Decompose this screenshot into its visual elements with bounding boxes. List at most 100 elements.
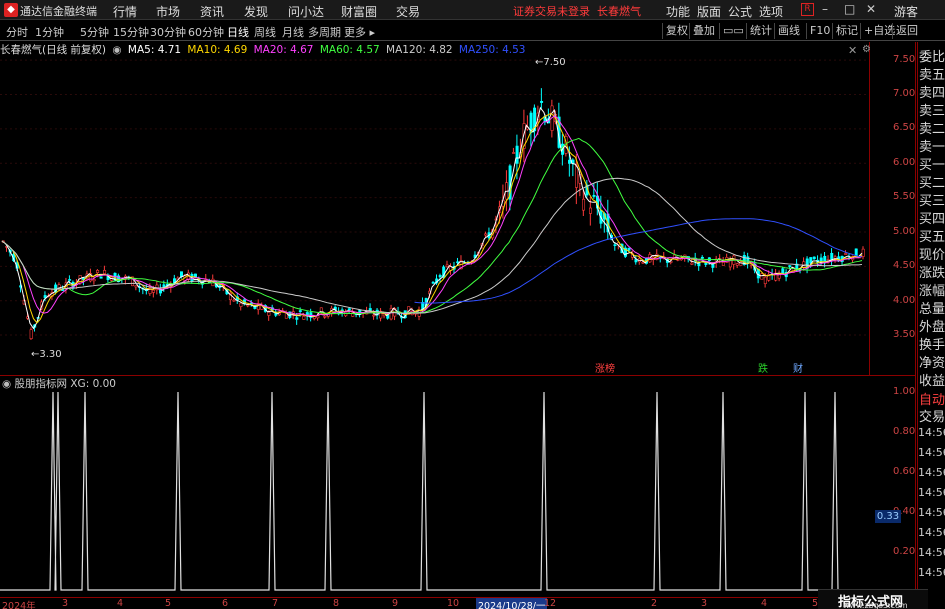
quote-label: 涨幅 (919, 284, 945, 299)
candle-body (627, 247, 631, 251)
candle-body (445, 264, 449, 267)
app-window: ◆ 通达信金融终端 行情 市场 资讯 发现 问小达 财富圈 交易 证券交易未登录… (0, 0, 945, 609)
quote-label: 买一 (919, 158, 945, 173)
menu-trade[interactable]: 交易 (396, 3, 420, 20)
x-tick: 2024年 (2, 601, 36, 609)
overlay-button[interactable]: 叠加 (689, 23, 718, 39)
trade-login-status[interactable]: 证券交易未登录 长春燃气 (513, 3, 641, 19)
period-monthly[interactable]: 月线 (282, 24, 304, 40)
finance-tag[interactable]: 财 (793, 360, 803, 375)
price-chart[interactable] (0, 42, 870, 375)
menu-discover[interactable]: 发现 (244, 3, 268, 20)
mark-button[interactable]: 标记 (832, 23, 861, 39)
period-30min[interactable]: 30分钟 (150, 24, 186, 40)
candle-body (592, 195, 596, 197)
y-tick: 7.50 (893, 54, 916, 65)
x-tick: 12 (544, 598, 557, 609)
menu-layout[interactable]: 版面 (697, 3, 721, 20)
candle-body (721, 262, 725, 266)
quote-label: 收益 (919, 374, 945, 389)
candle-body (763, 276, 767, 284)
guest-user[interactable]: 游客 (894, 3, 918, 20)
period-1min[interactable]: 1分钟 (35, 24, 64, 40)
menu-market[interactable]: 市场 (156, 3, 180, 20)
ma-line (1, 177, 863, 314)
ma120-label: MA120: 4.82 (386, 44, 453, 56)
period-60min[interactable]: 60分钟 (188, 24, 224, 40)
menu-assistant[interactable]: 问小达 (288, 3, 324, 20)
candle-body (267, 311, 271, 316)
limit-list-tag[interactable]: 涨榜 (595, 360, 615, 375)
candle-body (68, 279, 72, 281)
candle-body (788, 265, 792, 267)
quote-label: 买四 (919, 212, 945, 227)
ma10-label: MA10: 4.69 (187, 44, 248, 56)
candle-body (728, 260, 732, 268)
indicator-y-tick: 0.20 (893, 546, 916, 557)
period-multi[interactable]: 多周期 (308, 24, 341, 40)
period-15min[interactable]: 15分钟 (113, 24, 149, 40)
menu-options[interactable]: 选项 (759, 3, 783, 20)
ma-line (1, 112, 863, 324)
close-icon[interactable]: ✕ (866, 2, 876, 16)
candle-body (92, 279, 96, 282)
gear-icon[interactable]: ⚙ (862, 44, 871, 55)
period-weekly[interactable]: 周线 (254, 24, 276, 40)
minimize-icon[interactable]: – (822, 2, 828, 16)
y-tick: 6.00 (893, 157, 916, 168)
menu-function[interactable]: 功能 (666, 3, 690, 20)
low-price-label: ←3.30 (31, 349, 62, 360)
indicator-chart[interactable] (0, 376, 870, 597)
menu-wealth-circle[interactable]: 财富圈 (341, 3, 377, 20)
candle-body (512, 152, 516, 154)
f10-button[interactable]: F10 (806, 23, 833, 39)
moving-average-lines (1, 106, 863, 330)
flat-icon-button[interactable]: ▭▭ (719, 23, 747, 39)
period-5min[interactable]: 5分钟 (80, 24, 109, 40)
x-tick: 10 (447, 598, 460, 609)
candle-body (431, 281, 435, 284)
tick-time: 14:56 (918, 446, 945, 459)
ma250-label: MA250: 4.53 (458, 44, 526, 56)
tab-trade[interactable]: 交易 (919, 406, 945, 425)
chart-header: 长春燃气(日线 前复权) ◉ MA5: 4.71 MA10: 4.69 MA20… (0, 42, 528, 56)
candle-body (246, 304, 250, 307)
candle-body (700, 256, 704, 259)
statistics-button[interactable]: 统计 (746, 23, 775, 39)
high-price-label: ←7.50 (535, 57, 566, 68)
menu-quotes[interactable]: 行情 (113, 3, 137, 20)
ma-line (1, 106, 863, 330)
indicator-y-tick: 0.80 (893, 426, 916, 437)
candle-body (295, 317, 299, 320)
quote-label: 买五 (919, 230, 945, 245)
candle-body (298, 310, 302, 312)
candle-body (589, 207, 593, 214)
tick-time: 14:56 (918, 526, 945, 539)
quote-label: 涨跌 (919, 266, 945, 281)
app-name: 通达信金融终端 (20, 5, 97, 18)
candle-body (323, 315, 327, 318)
signal-line (0, 391, 870, 591)
period-daily[interactable]: 日线 (227, 24, 249, 40)
r-badge-icon[interactable]: R (801, 3, 814, 16)
close-panel-icon[interactable]: ✕ (848, 44, 857, 57)
draw-line-button[interactable]: 画线 (774, 23, 803, 39)
menu-formula[interactable]: 公式 (728, 3, 752, 20)
candle-body (833, 256, 837, 259)
ma60-label: MA60: 4.57 (319, 44, 380, 56)
maximize-icon[interactable]: □ (844, 2, 855, 16)
chart-dropdown-icon[interactable]: ◉ (112, 44, 121, 56)
y-tick: 5.00 (893, 226, 916, 237)
period-intraday[interactable]: 分时 (6, 24, 28, 40)
menu-news[interactable]: 资讯 (200, 3, 224, 20)
candle-body (438, 275, 442, 278)
candle-body (735, 263, 739, 266)
adjust-button[interactable]: 复权 (662, 23, 691, 39)
indicator-cursor-value: 0.33 (875, 510, 901, 523)
period-more[interactable]: 更多 ▸ (344, 24, 375, 40)
back-button[interactable]: 返回 (892, 23, 921, 39)
quote-label: 换手 (919, 338, 945, 353)
fall-tag[interactable]: 跌 (758, 360, 768, 375)
stock-name-title: 长春燃气 (597, 5, 641, 18)
candle-body (568, 159, 572, 164)
